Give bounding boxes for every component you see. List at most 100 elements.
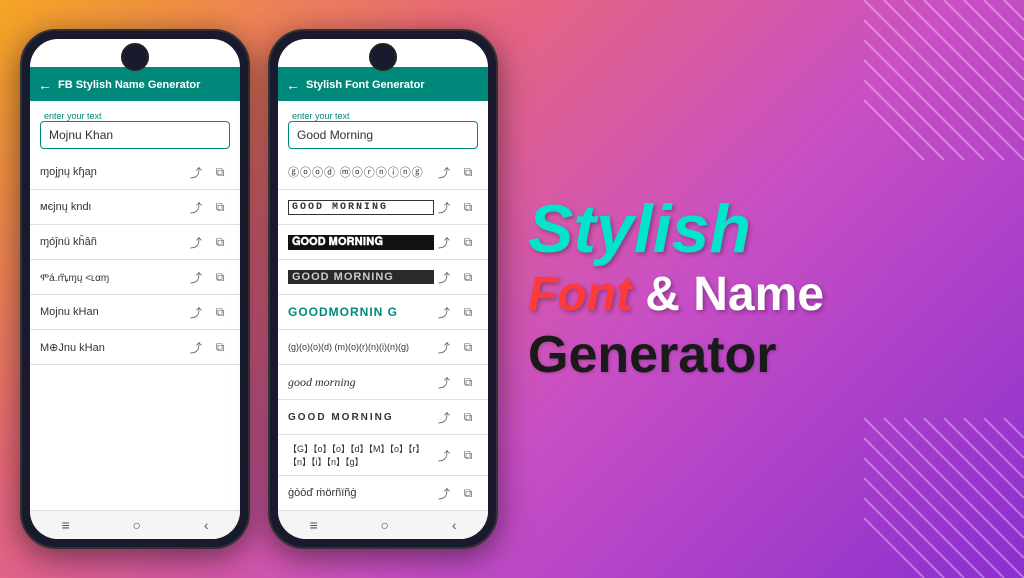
share-icon[interactable]: ⤴ [434, 337, 454, 357]
phone1-back-button[interactable]: ← [38, 77, 52, 93]
phone1-input-area: enter your text Mojnu Khan [30, 101, 240, 155]
share-icon[interactable]: ⤴ [434, 232, 454, 252]
share-icon[interactable]: ⤴ [434, 407, 454, 427]
list-item: GOOD MORNING ⤴ ⧉ [278, 190, 488, 225]
copy-icon[interactable]: ⧉ [458, 372, 478, 392]
result-text: мєjnų kndι [40, 201, 186, 213]
list-item: GOOD MORNING ⤴ ⧉ [278, 260, 488, 295]
phone2-back-button[interactable]: ← [286, 77, 300, 93]
result-actions: ⤴ ⧉ [434, 302, 478, 322]
list-item: 【G】【o】【o】【d】【M】【o】【r】【n】【i】【n】【g】 ⤴ ⧉ [278, 435, 488, 476]
result-actions: ⤴ ⧉ [186, 267, 230, 287]
result-text: ɱóĵnü kĥâñ [40, 236, 186, 248]
copy-icon[interactable]: ⧉ [210, 337, 230, 357]
share-icon[interactable]: ⤴ [434, 372, 454, 392]
copy-icon[interactable]: ⧉ [458, 337, 478, 357]
result-actions: ⤴ ⧉ [186, 162, 230, 182]
result-text: ɱojɲų kɧaɲ [40, 166, 186, 178]
share-icon[interactable]: ⤴ [186, 267, 206, 287]
list-item: мєjnų kndι ⤴ ⧉ [30, 190, 240, 225]
share-icon[interactable]: ⤴ [186, 302, 206, 322]
phone2-home-button[interactable]: ○ [381, 517, 389, 533]
share-icon[interactable]: ⤴ [186, 162, 206, 182]
result-text: M⊕Jnu kHan [40, 341, 186, 354]
phone2-menu-button[interactable]: ≡ [309, 517, 317, 533]
result-actions: ⤴ ⧉ [434, 197, 478, 217]
list-item: M⊕Jnu kHan ⤴ ⧉ [30, 330, 240, 365]
result-text: GOODMORNIN G [288, 305, 434, 319]
share-icon[interactable]: ⤴ [186, 197, 206, 217]
copy-icon[interactable]: ⧉ [458, 197, 478, 217]
copy-icon[interactable]: ⧉ [458, 407, 478, 427]
phone1-back-nav-button[interactable]: ‹ [204, 517, 209, 533]
result-text: GOOD MORNING [288, 270, 434, 284]
share-icon[interactable]: ⤴ [434, 267, 454, 287]
phone2-input-label: enter your text [290, 111, 480, 121]
result-actions: ⤴ ⧉ [434, 267, 478, 287]
phone1-title: FB Stylish Name Generator [58, 79, 200, 91]
phone1-menu-button[interactable]: ≡ [61, 517, 69, 533]
phone2-camera [369, 43, 397, 71]
copy-icon[interactable]: ⧉ [458, 483, 478, 503]
copy-icon[interactable]: ⧉ [458, 232, 478, 252]
copy-icon[interactable]: ⧉ [210, 162, 230, 182]
result-actions: ⤴ ⧉ [186, 337, 230, 357]
result-text: ġòòď ṁörñïñġ [288, 487, 434, 499]
result-text: GOOD MORNING [288, 412, 434, 423]
result-actions: ⤴ ⧉ [186, 232, 230, 252]
phone2-title: Stylish Font Generator [306, 79, 425, 91]
result-text: (g)(o)(o)(d) (m)(o)(r)(n)(i)(n)(g) [288, 342, 434, 352]
brand-stylish: Stylish [528, 192, 751, 267]
result-actions: ⤴ ⧉ [434, 232, 478, 252]
share-icon[interactable]: ⤴ [434, 302, 454, 322]
copy-icon[interactable]: ⧉ [210, 267, 230, 287]
copy-icon[interactable]: ⧉ [210, 232, 230, 252]
phone1-camera [121, 43, 149, 71]
share-icon[interactable]: ⤴ [434, 483, 454, 503]
result-actions: ⤴ ⧉ [434, 407, 478, 427]
result-text: 𝐆𝐎𝐎𝐃 𝐌𝐎𝐑𝐍𝐈𝐍𝐆 [288, 235, 434, 250]
result-actions: ⤴ ⧉ [186, 302, 230, 322]
list-item: Mojnu kHan ⤴ ⧉ [30, 295, 240, 330]
result-text: ሞá.ꝳ̃ɱų ˂ʟαɱ [40, 270, 186, 284]
phone2-back-nav-button[interactable]: ‹ [452, 517, 457, 533]
phone1-home-button[interactable]: ○ [133, 517, 141, 533]
phone1-input-label: enter your text [42, 111, 232, 121]
copy-icon[interactable]: ⧉ [458, 162, 478, 182]
brand-generator: Generator [528, 324, 777, 386]
copy-icon[interactable]: ⧉ [458, 445, 478, 465]
phone1: ← FB Stylish Name Generator enter your t… [20, 29, 250, 549]
phones-container: ← FB Stylish Name Generator enter your t… [0, 29, 498, 549]
copy-icon[interactable]: ⧉ [210, 197, 230, 217]
list-item: ⓖⓞⓞⓓ ⓜⓞⓡⓝⓘⓝⓖ ⤴ ⧉ [278, 155, 488, 190]
share-icon[interactable]: ⤴ [434, 197, 454, 217]
list-item: ɱóĵnü kĥâñ ⤴ ⧉ [30, 225, 240, 260]
list-item: GOOD MORNING ⤴ ⧉ [278, 400, 488, 435]
phone2-header: ← Stylish Font Generator [278, 67, 488, 101]
result-actions: ⤴ ⧉ [434, 337, 478, 357]
result-actions: ⤴ ⧉ [186, 197, 230, 217]
phone2-input-field[interactable]: Good Morning [288, 121, 478, 149]
phone2-results-list: ⓖⓞⓞⓓ ⓜⓞⓡⓝⓘⓝⓖ ⤴ ⧉ GOOD MORNING ⤴ ⧉ 𝐆𝐎𝐎𝐃 𝐌… [278, 155, 488, 510]
copy-icon[interactable]: ⧉ [458, 302, 478, 322]
share-icon[interactable]: ⤴ [434, 162, 454, 182]
copy-icon[interactable]: ⧉ [210, 302, 230, 322]
copy-icon[interactable]: ⧉ [458, 267, 478, 287]
brand-font-word: Font [528, 268, 632, 321]
share-icon[interactable]: ⤴ [434, 445, 454, 465]
result-text: GOOD MORNING [288, 200, 434, 215]
phone1-input-field[interactable]: Mojnu Khan [40, 121, 230, 149]
list-item: 𝐆𝐎𝐎𝐃 𝐌𝐎𝐑𝐍𝐈𝐍𝐆 ⤴ ⧉ [278, 225, 488, 260]
result-text: ⓖⓞⓞⓓ ⓜⓞⓡⓝⓘⓝⓖ [288, 164, 434, 180]
right-branding: Stylish Font & Name Generator [498, 192, 1024, 387]
list-item: good morning ⤴ ⧉ [278, 365, 488, 400]
share-icon[interactable]: ⤴ [186, 232, 206, 252]
result-actions: ⤴ ⧉ [434, 445, 478, 465]
result-actions: ⤴ ⧉ [434, 162, 478, 182]
phone1-header: ← FB Stylish Name Generator [30, 67, 240, 101]
result-text: 【G】【o】【o】【d】【M】【o】【r】【n】【i】【n】【g】 [288, 442, 434, 468]
list-item: ሞá.ꝳ̃ɱų ˂ʟαɱ ⤴ ⧉ [30, 260, 240, 295]
list-item: ġòòď ṁörñïñġ ⤴ ⧉ [278, 476, 488, 510]
brand-font-name: Font & Name [528, 266, 824, 324]
share-icon[interactable]: ⤴ [186, 337, 206, 357]
